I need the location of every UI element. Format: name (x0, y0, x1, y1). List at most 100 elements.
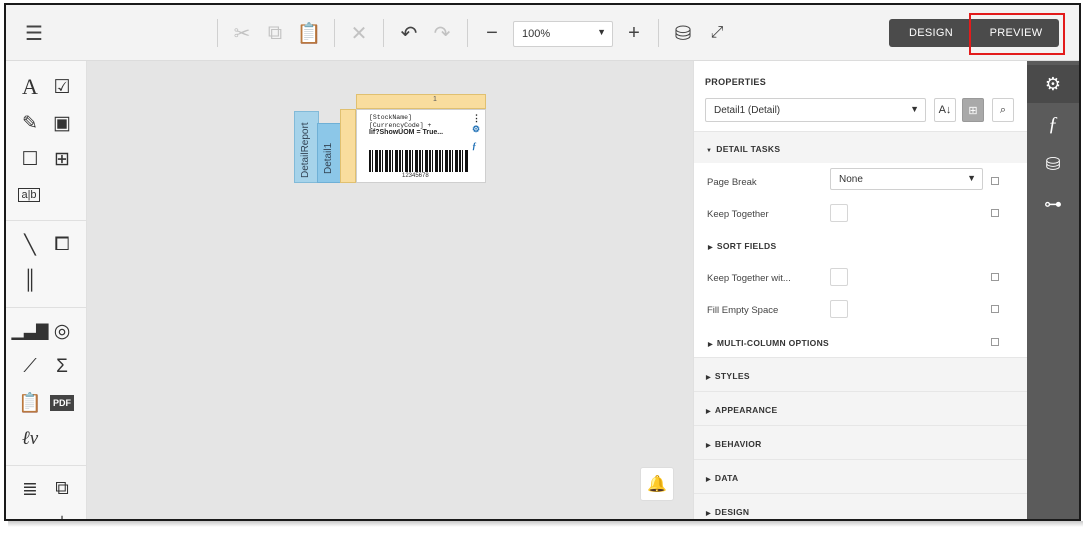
triangle-right-icon: ▶ (706, 375, 711, 381)
list-tool-icon[interactable]: ≣ (18, 477, 42, 501)
pageinfo-tool-icon[interactable]: ⧉ (50, 477, 74, 501)
toolbar-divider (334, 19, 335, 47)
chart-tool-icon[interactable]: ▁▃▇ (12, 319, 49, 343)
toolbox-divider (6, 220, 87, 221)
panel-tool-icon[interactable]: ☐ (18, 147, 42, 171)
validate-icon[interactable]: ⛁ (669, 19, 697, 47)
designer-window: ☰ ✂ ⧉ 📋 ✕ ↶ ↷ − 100% ▼ + ⛁ ⤢ DESIGN PREV… (4, 3, 1081, 521)
charactercomb-tool-icon[interactable]: a|b (18, 188, 40, 202)
ddd-icon[interactable]: ⋮ (472, 113, 486, 124)
sparkline-tool-icon[interactable]: ⟋ (18, 355, 42, 379)
label-tool-icon[interactable]: A (18, 74, 42, 99)
toolbar-divider (658, 19, 659, 47)
picture-tool-icon[interactable]: ▣ (50, 111, 74, 135)
zoom-out-icon[interactable]: − (478, 19, 506, 47)
section-data[interactable]: ▶ DATA (694, 459, 1028, 493)
signature-tool-icon[interactable]: ℓv (18, 427, 42, 451)
search-icon[interactable]: ⌕ (992, 98, 1014, 122)
toolbox-divider (6, 465, 87, 466)
section-multi-column-label: MULTI-COLUMN OPTIONS (716, 338, 830, 348)
undo-icon[interactable]: ↶ (395, 19, 423, 47)
section-appearance[interactable]: ▶ APPEARANCE (694, 391, 1028, 425)
richtext-tool-icon[interactable]: ✎ (18, 111, 42, 135)
section-design-label: DESIGN (714, 507, 750, 517)
pdf-tool-icon[interactable]: PDF (50, 395, 74, 411)
field-showuom[interactable]: Iif?ShowUOM = True... (369, 129, 443, 136)
fill-empty-checkbox[interactable] (830, 300, 848, 318)
fill-empty-reset-box[interactable] (991, 305, 999, 313)
keep-together-with-label: Keep Together wit... (707, 273, 791, 284)
keep-together-checkbox[interactable] (830, 204, 848, 222)
triangle-right-icon: ▶ (708, 245, 713, 251)
more-tool-icon[interactable]: ▬ (18, 511, 42, 519)
copy-icon[interactable]: ⧉ (261, 19, 289, 47)
zoom-in-icon[interactable]: + (620, 19, 648, 47)
triangle-right-icon: ▶ (708, 342, 713, 348)
field-currencycode[interactable]: [CurrencyCode] + (369, 122, 431, 129)
line-tool-icon[interactable]: ╲ (18, 233, 42, 257)
page-break-label: Page Break (707, 177, 757, 188)
gear-icon[interactable]: ⚙ (1027, 65, 1079, 103)
expression-icon[interactable]: ƒ (472, 141, 486, 151)
tableofcontents-tool-icon[interactable]: 📋 (18, 391, 42, 415)
section-sort-fields[interactable]: ▶ SORT FIELDS (694, 241, 1028, 251)
database-icon[interactable]: ⛁ (1027, 145, 1079, 183)
barcode-tool-icon[interactable]: ║ (18, 269, 42, 293)
triangle-right-icon: ▶ (706, 477, 711, 483)
menu-icon[interactable]: ☰ (20, 19, 48, 47)
section-detail-tasks[interactable]: ▼ DETAIL TASKS (694, 131, 1028, 163)
band-detail1-label: Detail1 (323, 142, 334, 174)
barcode[interactable] (369, 150, 469, 172)
report-page[interactable]: [StockName] [CurrencyCode] + Iif?ShowUOM… (356, 109, 486, 183)
keep-together-with-checkbox[interactable] (830, 268, 848, 286)
keep-together-with-reset-box[interactable] (991, 273, 999, 281)
design-surface[interactable]: DetailReport Detail1 1 [StockName] [Curr… (87, 61, 693, 519)
bell-icon[interactable]: 🔔 (640, 467, 674, 501)
right-tab-strip: ⚙ ƒ ⛁ ⊶ (1027, 61, 1079, 519)
chevron-down-icon: ▼ (597, 27, 606, 37)
table-tool-icon[interactable]: ⊞ (50, 147, 74, 171)
redo-icon[interactable]: ↷ (428, 19, 456, 47)
band-detailreport[interactable]: DetailReport (294, 111, 319, 183)
component-select[interactable]: Detail1 (Detail) ▼ (705, 98, 926, 122)
fullscreen-icon[interactable]: ⤢ (703, 19, 731, 47)
section-design[interactable]: ▶ DESIGN (694, 493, 1028, 519)
fill-empty-label: Fill Empty Space (707, 305, 779, 316)
design-button[interactable]: DESIGN (889, 19, 973, 47)
page-break-reset-box[interactable] (991, 177, 999, 185)
shape-tool-icon[interactable]: ⧠ (50, 233, 74, 257)
more-tool-icon-2[interactable]: ⊥ (50, 511, 74, 520)
summary-tool-icon[interactable]: Σ (50, 355, 74, 379)
preview-highlight-box (969, 13, 1065, 55)
barcode-text: 12345678 (402, 173, 429, 179)
sort-alpha-icon[interactable]: A↓ (934, 98, 956, 122)
component-select-value: Detail1 (Detail) (714, 105, 781, 116)
gauge-tool-icon[interactable]: ◎ (50, 319, 74, 343)
field-stockname[interactable]: [StockName] (369, 114, 412, 121)
ruler-mark: 1 (433, 96, 437, 103)
keep-together-label: Keep Together (707, 209, 769, 220)
zoom-select[interactable]: 100% ▼ (513, 21, 613, 47)
section-styles[interactable]: ▶ STYLES (694, 357, 1028, 391)
properties-title: PROPERTIES (705, 77, 767, 87)
triangle-right-icon: ▶ (706, 409, 711, 415)
delete-icon[interactable]: ✕ (345, 19, 373, 47)
toolbar-divider (467, 19, 468, 47)
triangle-right-icon: ▶ (706, 511, 711, 517)
toolbox: A ☑ ✎ ▣ ☐ ⊞ a|b ╲ ⧠ ║ ▁▃▇ ◎ ⟋ Σ 📋 PDF ℓv… (6, 61, 87, 520)
triangle-down-icon: ▼ (706, 148, 713, 154)
report-explorer-icon[interactable]: ⊶ (1027, 185, 1079, 223)
gear-icon[interactable]: ⚙ (472, 124, 486, 135)
keep-together-reset-box[interactable] (991, 209, 999, 217)
cut-icon[interactable]: ✂ (228, 19, 256, 47)
page-break-select[interactable]: None ▼ (830, 168, 983, 190)
paste-icon[interactable]: 📋 (295, 19, 323, 47)
band-detail1[interactable]: Detail1 (317, 123, 341, 183)
section-detail-tasks-label: DETAIL TASKS (716, 144, 781, 154)
expression-icon[interactable]: ƒ (1027, 105, 1079, 143)
checkbox-tool-icon[interactable]: ☑ (50, 75, 74, 99)
section-behavior[interactable]: ▶ BEHAVIOR (694, 425, 1028, 459)
categorize-icon[interactable]: ⊞ (962, 98, 984, 122)
section-multi-column[interactable]: ▶ MULTI-COLUMN OPTIONS (694, 338, 1028, 348)
multi-column-reset-box[interactable] (991, 338, 999, 346)
